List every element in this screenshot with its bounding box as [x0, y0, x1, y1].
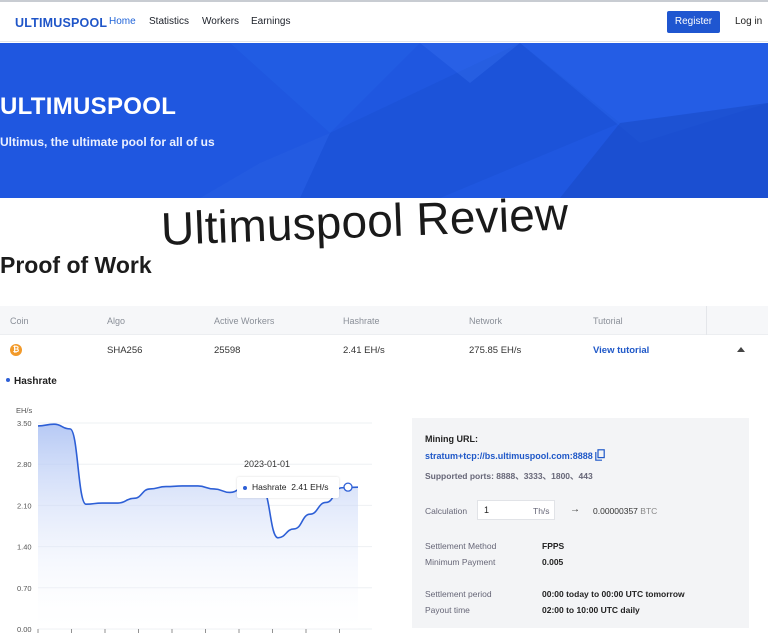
nav-earnings[interactable]: Earnings: [251, 16, 290, 27]
navbar: ULTIMUSPOOL Home Statistics Workers Earn…: [0, 2, 768, 42]
col-network: Network: [469, 316, 503, 326]
nav-workers[interactable]: Workers: [202, 16, 239, 27]
section-title: Proof of Work: [0, 252, 152, 278]
payout-time-value: 02:00 to 10:00 UTC daily: [542, 605, 640, 615]
arrow-right-icon: →: [570, 504, 580, 515]
y-tick-label: 3.50: [17, 419, 32, 428]
y-tick-label: 2.80: [17, 460, 32, 469]
view-tutorial-link[interactable]: View tutorial: [593, 345, 649, 356]
payout-time-label: Payout time: [425, 605, 470, 615]
minimum-payment-label: Minimum Payment: [425, 557, 496, 567]
cell-network: 275.85 EH/s: [469, 345, 522, 356]
mining-url-link[interactable]: stratum+tcp://bs.ultimuspool.com:8888: [425, 451, 593, 461]
brand-logo[interactable]: ULTIMUSPOOL: [15, 16, 107, 30]
hero-subtitle: Ultimus, the ultimate pool for all of us: [0, 135, 215, 149]
tooltip-value: 2.41 EH/s: [291, 482, 329, 492]
chart-tooltip: Hashrate 2.41 EH/s: [237, 477, 339, 498]
tooltip-series: Hashrate: [252, 482, 287, 492]
col-coin: Coin: [10, 316, 29, 326]
hashrate-area: [38, 424, 358, 629]
settlement-method-label: Settlement Method: [425, 541, 497, 551]
tooltip-dot-icon: [243, 485, 247, 490]
y-tick-label: 0.70: [17, 584, 32, 593]
mining-url-label: Mining URL:: [425, 434, 478, 444]
table-header: Coin Algo Active Workers Hashrate Networ…: [0, 306, 768, 335]
calculation-currency: BTC: [640, 506, 658, 516]
chart-legend[interactable]: Hashrate: [6, 376, 57, 387]
table-row[interactable]: ₿ SHA256 25598 2.41 EH/s 275.85 EH/s Vie…: [0, 335, 768, 365]
legend-dot-icon: [6, 378, 10, 383]
calculation-label: Calculation: [425, 506, 468, 516]
collapse-caret-icon[interactable]: [737, 347, 745, 352]
col-hashrate: Hashrate: [343, 316, 380, 326]
col-algo: Algo: [107, 316, 126, 326]
register-button[interactable]: Register: [667, 11, 720, 33]
settlement-method-value: FPPS: [542, 541, 565, 551]
y-tick-label: 0.00: [17, 625, 32, 633]
hero-banner: ULTIMUSPOOL Ultimus, the ultimate pool f…: [0, 43, 768, 198]
cell-hashrate: 2.41 EH/s: [343, 345, 385, 356]
tooltip-date: 2023-01-01: [244, 459, 291, 469]
hashrate-chart[interactable]: 3.50 2.80 2.10 1.40 0.70 0.00 EH/s: [0, 400, 380, 633]
pool-info-panel: Mining URL: stratum+tcp://bs.ultimuspool…: [412, 418, 749, 628]
y-tick-label: 1.40: [17, 543, 32, 552]
column-divider: [706, 306, 707, 335]
hover-point-marker[interactable]: [343, 482, 353, 492]
hero-title: ULTIMUSPOOL: [0, 93, 177, 120]
settlement-period-value: 00:00 today to 00:00 UTC tomorrow: [542, 589, 685, 599]
y-axis-label: EH/s: [16, 406, 33, 415]
copy-icon[interactable]: [595, 449, 605, 461]
calculation-result-value: 0.00000357: [593, 506, 638, 516]
login-link[interactable]: Log in: [735, 16, 762, 27]
calculation-unit: Th/s: [533, 506, 550, 516]
cell-active-workers: 25598: [214, 345, 241, 356]
supported-ports: Supported ports: 8888、3333、1800、443: [425, 471, 593, 481]
y-tick-label: 2.10: [17, 501, 32, 510]
nav-home[interactable]: Home: [109, 16, 136, 27]
bitcoin-icon: ₿: [10, 344, 22, 356]
col-active-workers: Active Workers: [214, 316, 275, 326]
minimum-payment-value: 0.005: [542, 557, 564, 567]
cell-algo: SHA256: [107, 345, 143, 356]
legend-label: Hashrate: [14, 376, 57, 387]
settlement-period-label: Settlement period: [425, 589, 492, 599]
calculation-result: 0.00000357 BTC: [593, 506, 657, 516]
nav-statistics[interactable]: Statistics: [149, 16, 189, 27]
col-tutorial: Tutorial: [593, 316, 623, 326]
